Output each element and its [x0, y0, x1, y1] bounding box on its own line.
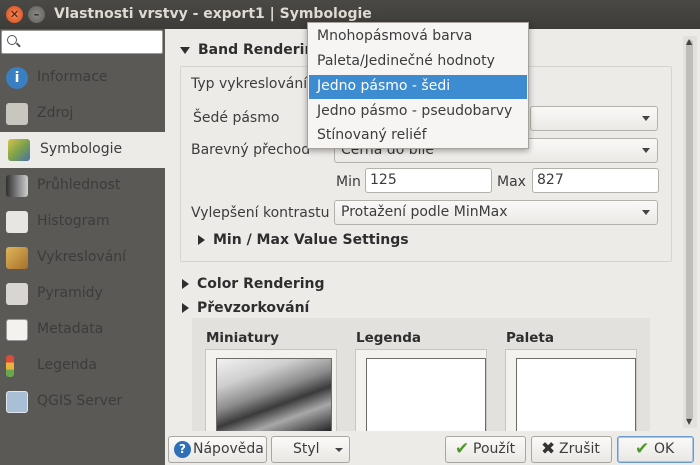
scroll-up-icon[interactable]: ▲ [686, 37, 692, 46]
expand-right-icon [182, 279, 189, 289]
sidebar-item-histogram[interactable]: Histogram [0, 204, 165, 240]
wrench-icon [6, 103, 28, 125]
checkmark-icon: ✔ [455, 439, 470, 459]
scrollbar-thumb[interactable] [686, 40, 693, 420]
sidebar: i Informace Zdroj Symbologie Průhlednost… [0, 29, 165, 465]
dropdown-option[interactable]: Jedno pásmo - pseudobarvy [309, 100, 527, 124]
close-window-button[interactable]: ✕ [6, 6, 23, 23]
style-button[interactable]: Styl [271, 436, 350, 463]
window-title: Vlastnosti vrstvy - export1 | Symbologie [54, 6, 372, 22]
minmax-settings-header[interactable]: Min / Max Value Settings [198, 232, 409, 248]
chevron-down-icon [642, 210, 650, 215]
palette-preview [516, 358, 636, 433]
search-icon [7, 35, 17, 45]
render-type-dropdown[interactable]: Mnohopásmová barva Paleta/Jedinečné hodn… [307, 22, 529, 149]
resampling-header[interactable]: Převzorkování [182, 300, 309, 316]
paintbrush-icon [8, 139, 30, 161]
server-icon [6, 391, 28, 413]
pyramid-icon [6, 283, 28, 305]
close-icon: ✖ [541, 439, 556, 459]
color-gradient-label: Barevný přechod [191, 142, 311, 158]
brush-icon [6, 247, 28, 269]
thumbnail-image [216, 358, 332, 433]
color-rendering-header[interactable]: Color Rendering [182, 276, 325, 292]
gray-band-combo[interactable] [530, 106, 658, 131]
expand-right-icon [198, 235, 205, 245]
info-icon: i [6, 67, 28, 89]
contrast-label: Vylepšení kontrastu [191, 205, 330, 221]
expand-down-icon [180, 46, 190, 54]
checkmark-icon: ✔ [635, 439, 650, 459]
transparency-icon [6, 175, 28, 197]
chevron-down-icon [335, 448, 343, 452]
max-input[interactable]: 827 [532, 168, 659, 193]
sidebar-item-vykreslovani[interactable]: Vykreslování [0, 240, 165, 276]
dropdown-option-selected[interactable]: Jedno pásmo - šedi [309, 75, 527, 99]
sidebar-item-symbologie[interactable]: Symbologie [0, 132, 165, 168]
min-input[interactable]: 125 [365, 168, 492, 193]
histogram-icon [6, 211, 28, 233]
max-label: Max [497, 174, 526, 190]
legend-icon [6, 355, 14, 377]
dropdown-option[interactable]: Paleta/Jedinečné hodnoty [309, 50, 527, 74]
dropdown-option[interactable]: Stínovaný reliéf [309, 124, 527, 148]
band-rendering-header[interactable]: Band Rendering [180, 42, 324, 58]
sidebar-item-pruhlednost[interactable]: Průhlednost [0, 168, 165, 204]
render-type-label: Typ vykreslování [191, 76, 308, 92]
sidebar-item-informace[interactable]: i Informace [0, 60, 165, 96]
palette-label: Paleta [506, 330, 554, 346]
sidebar-item-pyramidy[interactable]: Pyramidy [0, 276, 165, 312]
search-input[interactable] [1, 30, 163, 54]
minimize-window-button[interactable]: – [28, 6, 45, 23]
help-icon: ? [174, 441, 191, 458]
contrast-combo[interactable]: Protažení podle MinMax [334, 200, 658, 225]
legend-label: Legenda [356, 330, 421, 346]
chevron-down-icon [642, 148, 650, 153]
sidebar-item-qgis-server[interactable]: QGIS Server [0, 384, 165, 420]
sidebar-item-legenda[interactable]: Legenda [0, 348, 165, 384]
document-icon [6, 319, 28, 341]
apply-button[interactable]: ✔ Použít [445, 436, 526, 463]
legend-preview [366, 358, 486, 433]
thumbnails-label: Miniatury [206, 330, 279, 346]
chevron-down-icon [642, 116, 650, 121]
dropdown-option[interactable]: Mnohopásmová barva [309, 25, 527, 49]
ok-button[interactable]: ✔ OK [617, 436, 694, 463]
gray-band-label: Šedé pásmo [193, 110, 280, 126]
sidebar-item-zdroj[interactable]: Zdroj [0, 96, 165, 132]
scroll-down-icon[interactable]: ▼ [686, 417, 692, 426]
cancel-button[interactable]: ✖ Zrušit [531, 436, 612, 463]
help-button[interactable]: ? Nápověda [168, 436, 267, 463]
min-label: Min [336, 174, 361, 190]
expand-right-icon [182, 303, 189, 313]
sidebar-item-metadata[interactable]: Metadata [0, 312, 165, 348]
